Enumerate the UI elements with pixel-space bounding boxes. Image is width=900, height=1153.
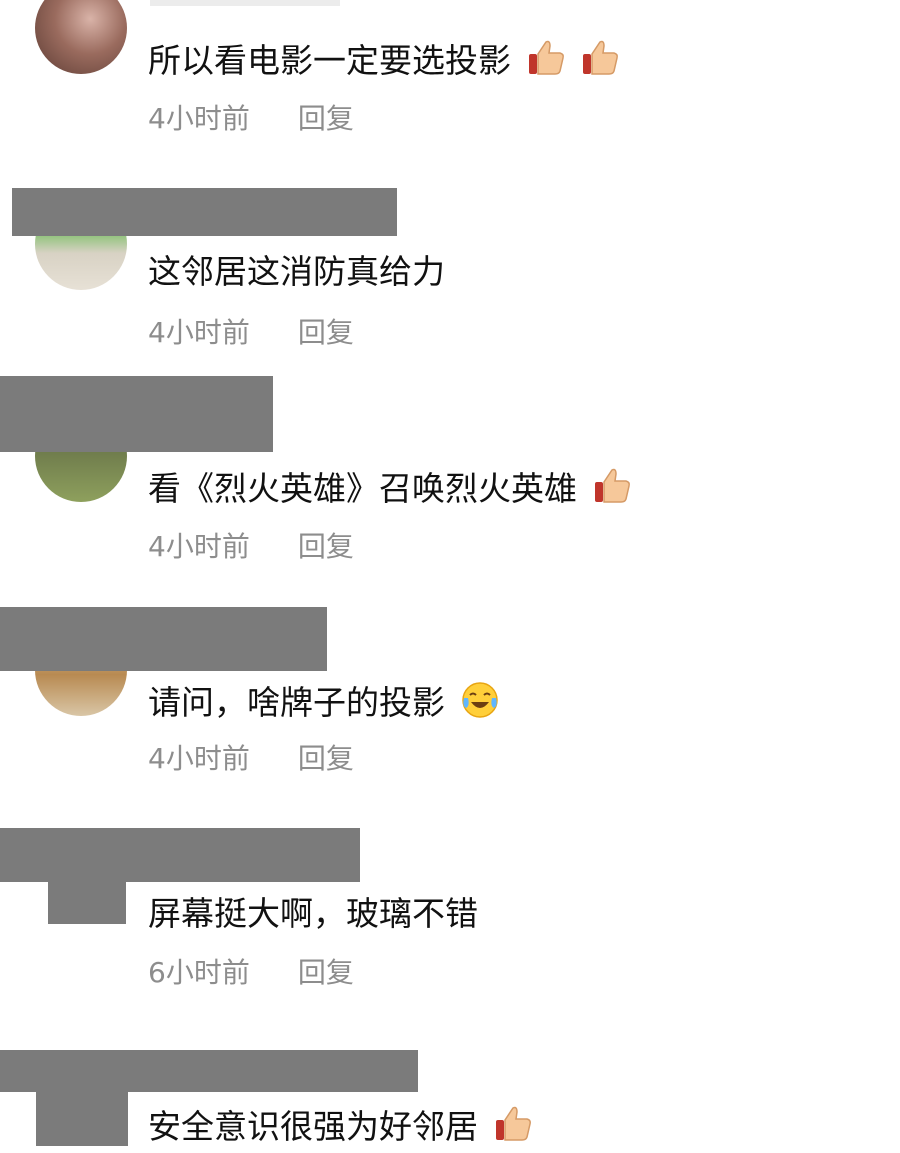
redacted-avatar	[36, 1092, 128, 1146]
comment-text: 屏幕挺大啊，玻璃不错	[148, 894, 478, 933]
reply-button[interactable]: 回复	[298, 102, 354, 135]
reply-button[interactable]: 回复	[298, 316, 354, 349]
comment-meta: 6小时前 回复	[148, 956, 354, 990]
thumbs-up-icon	[580, 38, 620, 87]
redacted-username	[0, 828, 360, 882]
timestamp: 4小时前	[148, 742, 250, 775]
thumbs-up-icon	[526, 38, 566, 87]
tears-of-joy-icon	[460, 680, 500, 729]
cropped-previous-comment	[150, 0, 340, 6]
comment-text: 看《烈火英雄》召唤烈火英雄	[148, 466, 632, 515]
timestamp: 4小时前	[148, 316, 250, 349]
comment-text: 这邻居这消防真给力	[148, 252, 445, 291]
reply-button[interactable]: 回复	[298, 530, 354, 563]
comment-text: 所以看电影一定要选投影	[148, 38, 620, 87]
thumbs-up-icon	[592, 466, 632, 515]
redacted-username	[12, 188, 397, 236]
reply-button[interactable]: 回复	[298, 956, 354, 989]
timestamp: 6小时前	[148, 956, 250, 989]
redacted-username	[0, 607, 327, 671]
avatar[interactable]	[35, 0, 127, 74]
timestamp: 4小时前	[148, 102, 250, 135]
redacted-avatar	[48, 882, 126, 924]
comment-meta: 4小时前 回复	[148, 102, 354, 136]
timestamp: 4小时前	[148, 530, 250, 563]
comment-meta: 4小时前 回复	[148, 530, 354, 564]
reply-button[interactable]: 回复	[298, 742, 354, 775]
comment-meta: 4小时前 回复	[148, 316, 354, 350]
redacted-username	[0, 1050, 418, 1092]
comment-meta: 4小时前 回复	[148, 742, 354, 776]
comment-text: 请问，啥牌子的投影	[148, 680, 500, 729]
redacted-username	[0, 376, 273, 452]
